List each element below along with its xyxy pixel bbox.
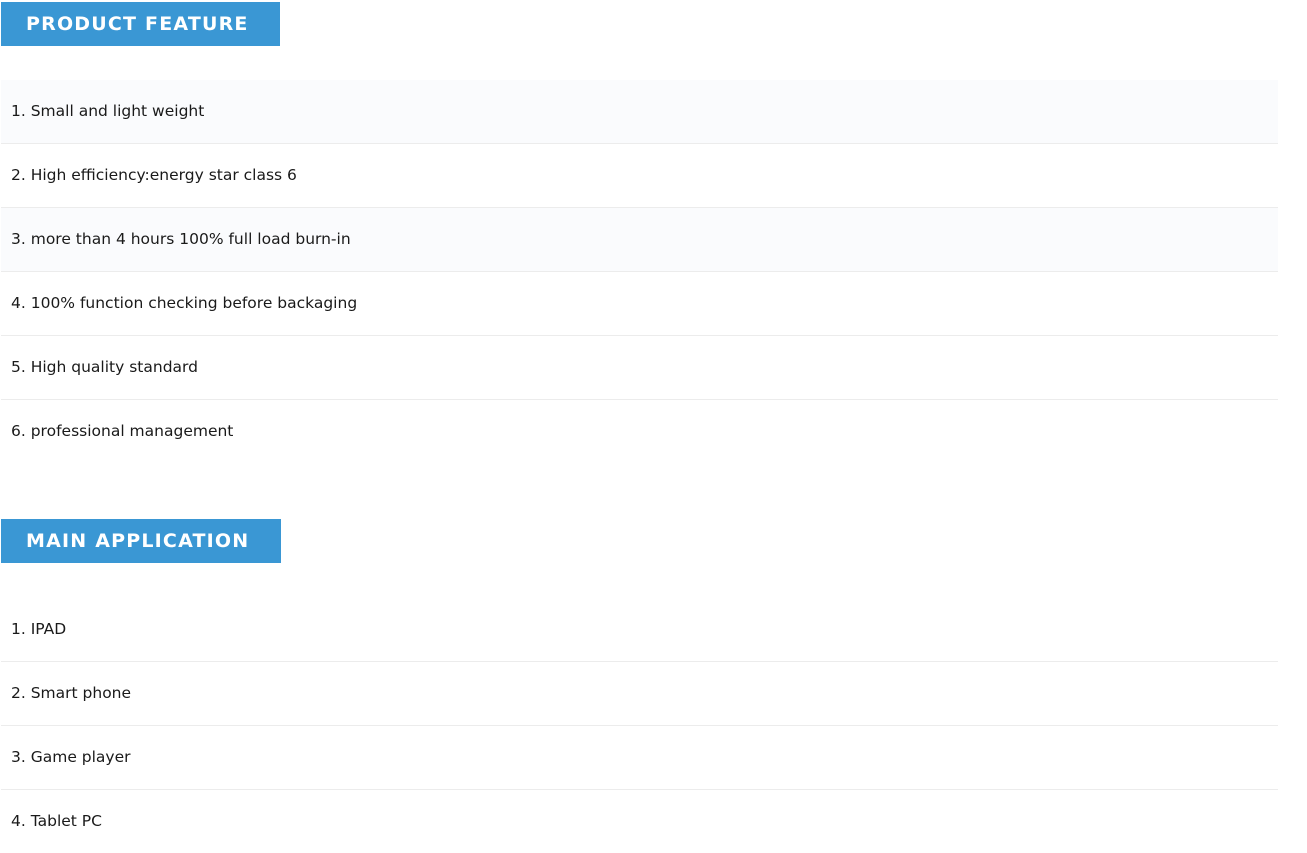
application-item-3: 3. Game player bbox=[1, 726, 1278, 790]
product-feature-list: 1. Small and light weight 2. High effici… bbox=[1, 80, 1278, 463]
feature-item-1: 1. Small and light weight bbox=[1, 80, 1278, 144]
feature-item-6: 6. professional management bbox=[11, 422, 234, 440]
main-application-list: 1. IPAD 2. Smart phone 3. Game player 4.… bbox=[1, 598, 1278, 853]
product-feature-heading: PRODUCT FEATURE bbox=[1, 2, 280, 46]
feature-item-3: 3. more than 4 hours 100% full load burn… bbox=[1, 208, 1278, 272]
feature-item-2: 2. High efficiency:energy star class 6 bbox=[1, 144, 1278, 208]
application-item-4: 4. Tablet PC bbox=[11, 812, 102, 830]
main-application-heading: MAIN APPLICATION bbox=[1, 519, 281, 563]
feature-item-5: 5. High quality standard bbox=[1, 336, 1278, 400]
application-item-2: 2. Smart phone bbox=[1, 662, 1278, 726]
feature-item-4: 4. 100% function checking before backagi… bbox=[1, 272, 1278, 336]
application-item-1: 1. IPAD bbox=[1, 598, 1278, 662]
